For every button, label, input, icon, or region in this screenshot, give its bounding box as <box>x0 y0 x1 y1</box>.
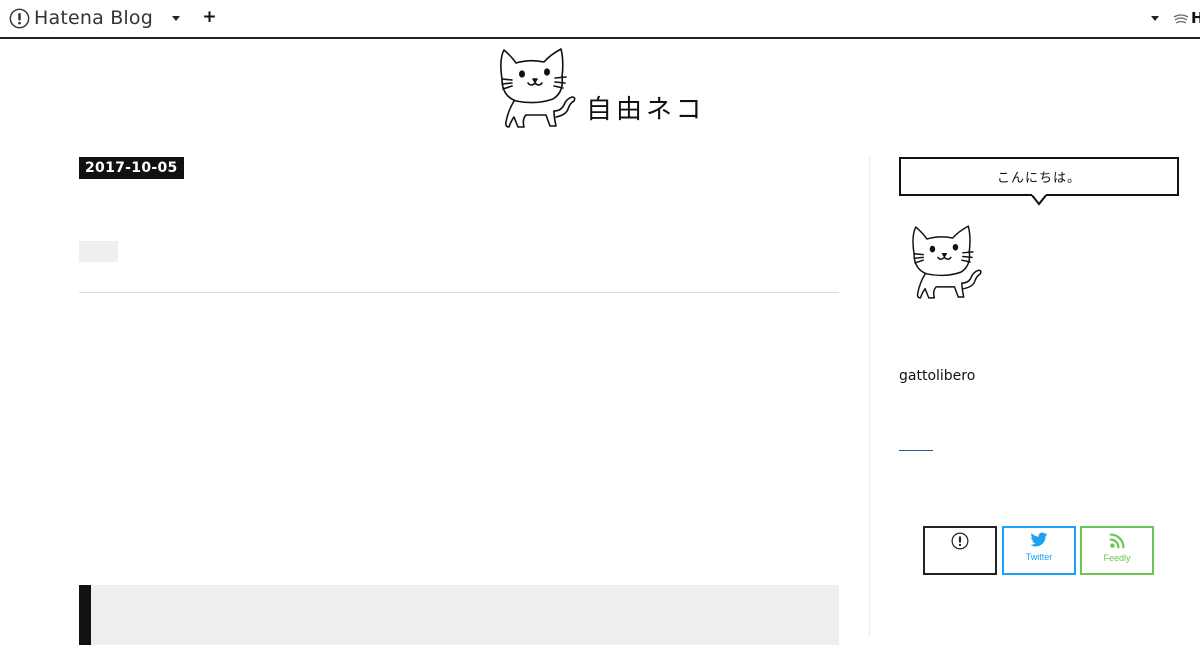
speech-bubble-tail <box>1031 194 1047 206</box>
rss-feed-icon <box>1109 533 1125 549</box>
entry-divider <box>79 292 839 293</box>
twitter-bird-icon <box>1030 532 1048 547</box>
cat-illustration-icon <box>912 225 982 299</box>
blog-title: 自由ネコ <box>586 95 706 125</box>
hatena-logo-icon <box>951 532 969 550</box>
profile-name[interactable]: gattolibero <box>899 368 975 384</box>
hatena-blog-brand[interactable]: Hatena Blog <box>9 7 153 29</box>
entry-title-placeholder <box>79 241 118 262</box>
plus-icon: + <box>202 7 217 27</box>
sidebar-divider <box>869 157 870 637</box>
brand-name: Hatena Blog <box>34 7 153 29</box>
hatena-users-icon[interactable] <box>1172 12 1190 26</box>
caret-down-icon <box>172 15 180 21</box>
follow-feedly-button[interactable]: Feedly <box>1080 526 1154 575</box>
entry-blockquote <box>79 585 839 645</box>
greeting-bubble: こんにちは。 <box>899 157 1179 196</box>
brand-menu-caret[interactable] <box>169 11 183 25</box>
hatena-logo-icon <box>9 8 30 28</box>
blog-header-link[interactable]: 自由ネコ <box>484 45 714 131</box>
global-header: Hatena Blog + H <box>0 0 1200 39</box>
entry-date[interactable]: 2017-10-05 <box>79 157 184 179</box>
profile-link[interactable] <box>899 450 933 451</box>
follow-twitter-button[interactable]: Twitter <box>1002 526 1076 575</box>
follow-feedly-label: Feedly <box>1103 553 1131 563</box>
new-post-button[interactable]: + <box>202 7 217 27</box>
follow-twitter-label: Twitter <box>1025 552 1053 562</box>
account-menu-caret[interactable] <box>1148 11 1162 25</box>
greeting-text: こんにちは。 <box>996 171 1081 186</box>
account-label[interactable]: H <box>1191 9 1200 27</box>
cat-illustration-icon <box>500 48 576 128</box>
follow-hatena-button[interactable] <box>923 526 997 575</box>
caret-down-icon <box>1151 15 1159 21</box>
